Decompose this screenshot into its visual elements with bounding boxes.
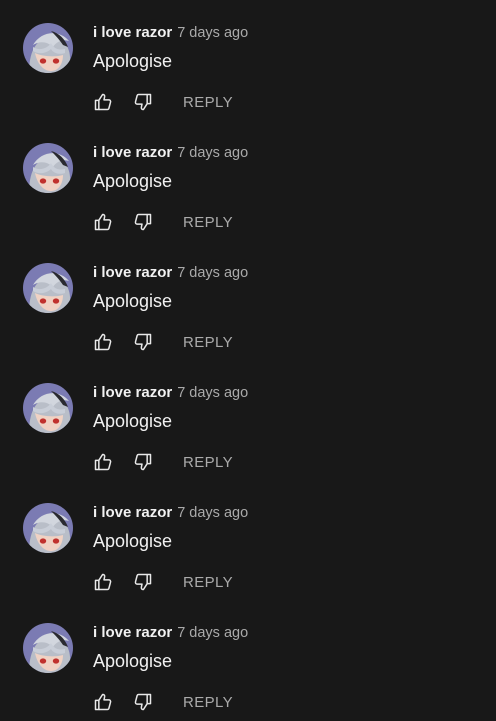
comment-text: Apologise: [93, 651, 173, 671]
thumb-down-icon[interactable]: [133, 572, 153, 592]
comment-actions: REPLY: [93, 571, 233, 593]
thumb-down-icon[interactable]: [133, 212, 153, 232]
author-name[interactable]: i love razor: [93, 264, 172, 281]
reply-button[interactable]: REPLY: [183, 214, 233, 231]
thumb-up-icon[interactable]: [93, 212, 113, 232]
thumb-up-icon[interactable]: [93, 572, 113, 592]
thumb-down-icon[interactable]: [133, 332, 153, 352]
author-name[interactable]: i love razor: [93, 144, 172, 161]
comment-timestamp[interactable]: 7 days ago: [177, 25, 248, 41]
comment-thread: i love razor 7 days ago Apologise REPLY: [0, 23, 496, 143]
author-name[interactable]: i love razor: [93, 504, 172, 521]
comment-header: i love razor 7 days ago: [93, 624, 248, 644]
comment-timestamp[interactable]: 7 days ago: [177, 625, 248, 641]
reply-button[interactable]: REPLY: [183, 574, 233, 591]
thumb-up-icon[interactable]: [93, 332, 113, 352]
reply-button[interactable]: REPLY: [183, 334, 233, 351]
comment-thread: i love razor 7 days ago Apologise REPLY: [0, 383, 496, 503]
comment-thread: i love razor 7 days ago Apologise REPLY: [0, 263, 496, 383]
comment-header: i love razor 7 days ago: [93, 264, 248, 284]
avatar[interactable]: [23, 623, 73, 673]
avatar[interactable]: [23, 503, 73, 553]
comments-section: i love razor 7 days ago Apologise REPLY …: [0, 0, 496, 721]
comment-text: Apologise: [93, 411, 173, 431]
comment-timestamp[interactable]: 7 days ago: [177, 505, 248, 521]
avatar[interactable]: [23, 23, 73, 73]
avatar[interactable]: [23, 263, 73, 313]
comment-timestamp[interactable]: 7 days ago: [177, 265, 248, 281]
thumb-down-icon[interactable]: [133, 92, 153, 112]
comment-thread: i love razor 7 days ago Apologise REPLY: [0, 503, 496, 623]
author-name[interactable]: i love razor: [93, 624, 172, 641]
avatar[interactable]: [23, 383, 73, 433]
reply-button[interactable]: REPLY: [183, 454, 233, 471]
author-name[interactable]: i love razor: [93, 24, 172, 41]
avatar[interactable]: [23, 143, 73, 193]
comment-timestamp[interactable]: 7 days ago: [177, 145, 248, 161]
comment-header: i love razor 7 days ago: [93, 24, 248, 44]
thumb-up-icon[interactable]: [93, 692, 113, 712]
comment-actions: REPLY: [93, 331, 233, 353]
comment-text: Apologise: [93, 531, 173, 551]
comment-text: Apologise: [93, 51, 173, 71]
reply-button[interactable]: REPLY: [183, 94, 233, 111]
comment-header: i love razor 7 days ago: [93, 504, 248, 524]
comment-actions: REPLY: [93, 211, 233, 233]
thumb-down-icon[interactable]: [133, 452, 153, 472]
comment-header: i love razor 7 days ago: [93, 144, 248, 164]
thumb-down-icon[interactable]: [133, 692, 153, 712]
author-name[interactable]: i love razor: [93, 384, 172, 401]
reply-button[interactable]: REPLY: [183, 694, 233, 711]
comment-header: i love razor 7 days ago: [93, 384, 248, 404]
comment-text: Apologise: [93, 171, 173, 191]
comment-actions: REPLY: [93, 91, 233, 113]
comment-actions: REPLY: [93, 451, 233, 473]
comment-text: Apologise: [93, 291, 173, 311]
thumb-up-icon[interactable]: [93, 92, 113, 112]
thumb-up-icon[interactable]: [93, 452, 113, 472]
comment-thread: i love razor 7 days ago Apologise REPLY: [0, 143, 496, 263]
comment-thread: i love razor 7 days ago Apologise REPLY: [0, 623, 496, 721]
comment-actions: REPLY: [93, 691, 233, 713]
comment-timestamp[interactable]: 7 days ago: [177, 385, 248, 401]
